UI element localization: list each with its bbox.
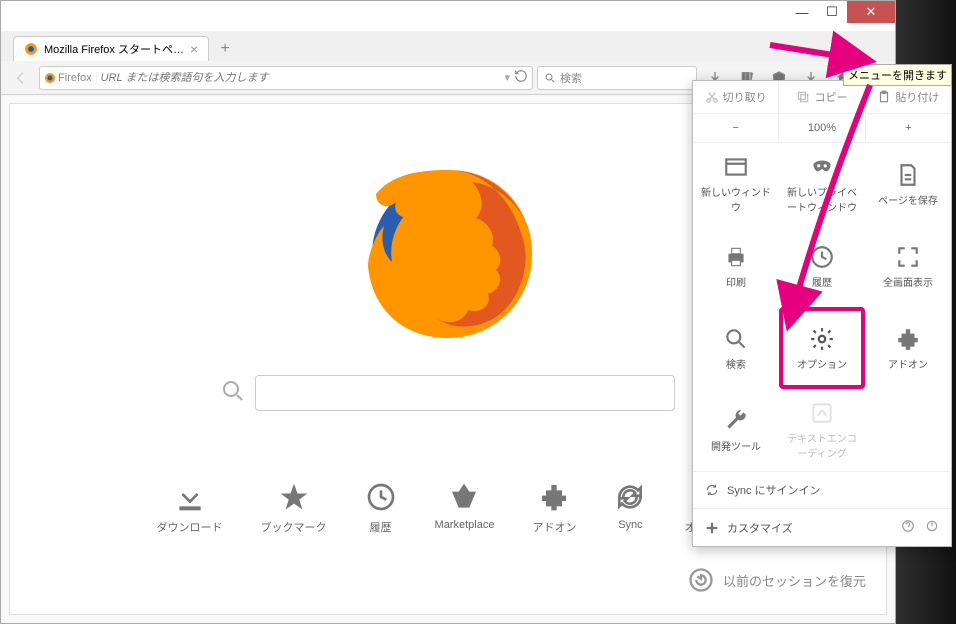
reload-button[interactable] [514, 69, 528, 86]
menu-sync-row[interactable]: Sync にサインイン [693, 471, 951, 508]
new-tab-button[interactable]: + [213, 37, 237, 61]
search-icon [723, 326, 749, 352]
search-row [221, 375, 675, 411]
window-titlebar: — ☐ ✕ [1, 1, 895, 31]
encoding-icon [809, 400, 835, 426]
url-input[interactable] [101, 72, 501, 84]
annotation-arrow [760, 30, 890, 340]
minimize-button[interactable]: — [787, 1, 817, 23]
dropdown-icon[interactable]: ▾ [504, 71, 510, 84]
menu-customize-row[interactable]: カスタマイズ [693, 508, 951, 546]
fullscreen-icon [895, 244, 921, 270]
plus-icon [705, 521, 719, 535]
url-bar[interactable]: Firefox ▾ [39, 66, 533, 90]
launcher-marketplace[interactable]: Marketplace [435, 481, 495, 535]
tab-close-icon[interactable]: × [190, 41, 198, 57]
maximize-button[interactable]: ☐ [817, 1, 847, 23]
tab-title: Mozilla Firefox スタートペ… [44, 41, 184, 57]
launcher-downloads[interactable]: ダウンロード [157, 481, 223, 535]
firefox-icon [44, 72, 56, 84]
wrench-icon [723, 408, 749, 434]
search-bar[interactable]: 検索 [537, 66, 697, 90]
addons-icon [895, 326, 921, 352]
print-icon [723, 244, 749, 270]
quit-button[interactable] [925, 519, 939, 536]
restore-icon [687, 566, 715, 594]
restore-session[interactable]: 以前のセッションを復元 [687, 566, 866, 594]
window-icon [723, 154, 749, 180]
page-icon [895, 162, 921, 188]
firefox-logo [348, 154, 548, 359]
back-button[interactable] [7, 64, 35, 92]
help-icon [901, 519, 915, 533]
startpage-search-input[interactable] [255, 375, 675, 411]
search-icon [544, 72, 556, 84]
launcher-bookmarks[interactable]: ブックマーク [261, 481, 327, 535]
launcher-sync[interactable]: Sync [614, 481, 646, 535]
search-icon [221, 379, 245, 408]
close-button[interactable]: ✕ [847, 1, 895, 23]
identity-box[interactable]: Firefox [44, 72, 97, 84]
help-button[interactable] [901, 519, 915, 536]
tab-active[interactable]: Mozilla Firefox スタートペ… × [13, 36, 209, 61]
firefox-icon [24, 42, 38, 56]
launchers-row: ダウンロード ブックマーク 履歴 Marketplace アドオン [157, 481, 740, 535]
menu-devtools[interactable]: 開発ツール [693, 389, 779, 471]
launcher-addons[interactable]: アドオン [532, 481, 576, 535]
sync-icon [705, 483, 719, 497]
menu-encoding: テキストエンコーディング [779, 389, 865, 471]
cut-icon [705, 90, 719, 104]
launcher-history[interactable]: 履歴 [365, 481, 397, 535]
power-icon [925, 519, 939, 533]
